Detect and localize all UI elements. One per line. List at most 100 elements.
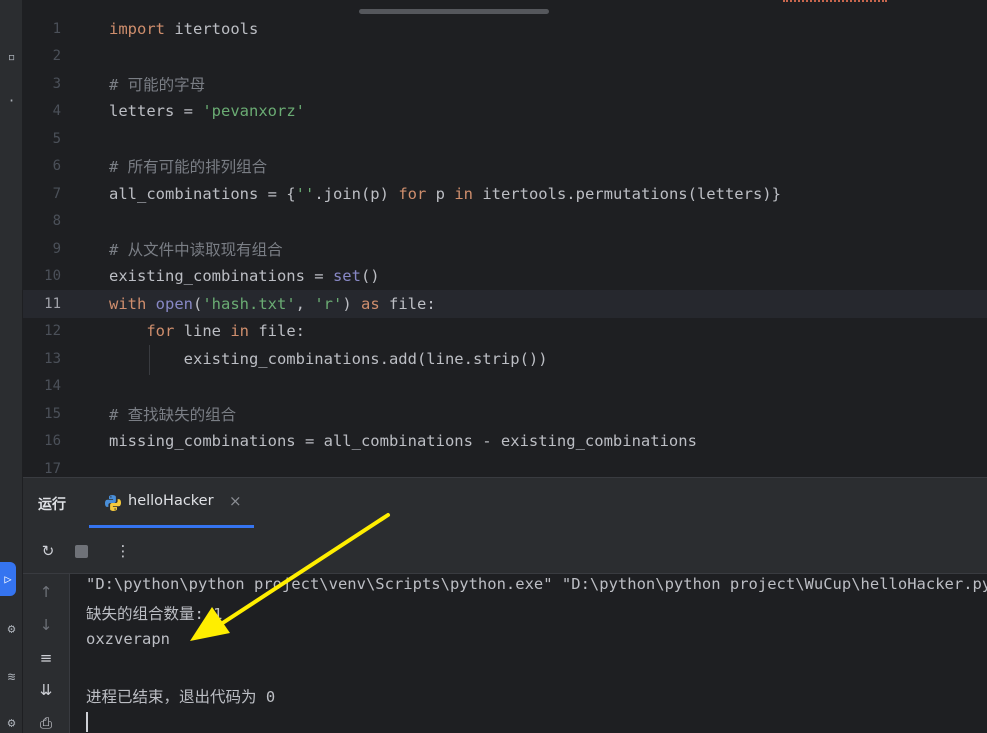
console-output[interactable]: "D:\python\python project\venv\Scripts\p… bbox=[70, 574, 987, 733]
code-line[interactable]: 15 # 查找缺失的组合 bbox=[23, 400, 987, 428]
code-token: '' bbox=[295, 184, 315, 203]
line-number: 9 bbox=[52, 240, 61, 257]
code-text: # 查找缺失的组合 bbox=[109, 403, 236, 425]
code-token: set bbox=[332, 267, 361, 286]
code-text: for line in file: bbox=[109, 322, 305, 340]
console-command-line: "D:\python\python project\venv\Scripts\p… bbox=[86, 575, 987, 593]
run-toolbar: ↻ ⋮ bbox=[23, 528, 987, 574]
run-tool-icon[interactable]: ▷ bbox=[0, 562, 16, 596]
code-line[interactable]: 17 bbox=[23, 455, 987, 477]
code-line[interactable]: 13 existing_combinations.add(line.strip(… bbox=[23, 345, 987, 373]
code-token: letters = bbox=[109, 102, 203, 121]
code-token: 'hash.txt' bbox=[202, 294, 296, 313]
code-editor[interactable]: 1 import itertools 2 3 # 可能的字母 4 letters = 'pe… bbox=[23, 0, 987, 477]
code-line[interactable]: 12 for line in file: bbox=[23, 318, 987, 346]
code-token: ( bbox=[193, 294, 203, 313]
code-text: import itertools bbox=[109, 20, 258, 38]
more-tools-icon[interactable]: · bbox=[0, 88, 23, 114]
python-packages-icon[interactable]: ⚙ bbox=[0, 616, 23, 642]
code-text: all_combinations = {''.join(p) for p in … bbox=[109, 185, 781, 203]
line-number: 10 bbox=[44, 268, 61, 285]
tab-close-icon[interactable]: × bbox=[229, 492, 242, 510]
code-line[interactable]: 3 # 可能的字母 bbox=[23, 70, 987, 98]
line-number: 3 bbox=[52, 75, 61, 92]
code-token: itertools.permutations(letters)} bbox=[472, 184, 781, 203]
code-text: letters = 'pevanxorz' bbox=[109, 102, 305, 120]
code-line[interactable]: 6 # 所有可能的排列组合 bbox=[23, 153, 987, 181]
line-number: 14 bbox=[44, 378, 61, 395]
code-token: line bbox=[174, 322, 231, 341]
line-number: 15 bbox=[44, 405, 61, 422]
code-token: for bbox=[146, 322, 175, 341]
code-line[interactable]: 1 import itertools bbox=[23, 15, 987, 43]
code-line[interactable]: 7 all_combinations = {''.join(p) for p in… bbox=[23, 180, 987, 208]
tab-hellohacker[interactable]: helloHacker × bbox=[89, 478, 254, 528]
code-token: as bbox=[361, 294, 380, 313]
python-file-icon bbox=[105, 495, 121, 511]
services-icon[interactable]: ⚙ bbox=[0, 710, 23, 733]
code-token: existing_combinations.add(line.strip()) bbox=[109, 349, 548, 368]
indent-guide bbox=[149, 345, 150, 375]
console-result: oxzverapn bbox=[86, 630, 170, 648]
scroll-to-end-icon[interactable]: ⇊ bbox=[35, 679, 57, 701]
console-side-toolbar: ↑ ↓ ≡ ⇊ ⎙ bbox=[23, 574, 70, 733]
run-panel-header: 运行 helloHacker × bbox=[23, 478, 987, 528]
code-token: 'pevanxorz' bbox=[202, 102, 305, 121]
print-icon[interactable]: ⎙ bbox=[35, 712, 57, 733]
console-caret bbox=[86, 712, 88, 732]
code-token: import bbox=[109, 19, 165, 38]
code-token: p bbox=[426, 184, 455, 203]
code-token: .join(p) bbox=[314, 184, 399, 203]
code-line[interactable]: 14 bbox=[23, 373, 987, 401]
code-text: # 可能的字母 bbox=[109, 73, 205, 95]
code-line[interactable]: 16 missing_combinations = all_combination… bbox=[23, 428, 987, 456]
line-number: 11 bbox=[44, 295, 61, 312]
more-options-icon[interactable]: ⋮ bbox=[112, 540, 134, 562]
line-number: 2 bbox=[52, 48, 61, 65]
line-number: 6 bbox=[52, 158, 61, 175]
line-number: 5 bbox=[52, 130, 61, 147]
code-token: all_combinations = { bbox=[109, 184, 296, 203]
code-text: with open('hash.txt', 'r') as file: bbox=[109, 295, 436, 313]
scroll-down-icon[interactable]: ↓ bbox=[35, 614, 57, 636]
code-token: () bbox=[360, 267, 380, 286]
code-line[interactable]: 10 existing_combinations = set() bbox=[23, 263, 987, 291]
tab-label: helloHacker bbox=[128, 493, 214, 509]
line-number: 16 bbox=[44, 433, 61, 450]
code-token: existing_combinations = bbox=[109, 267, 333, 286]
line-number: 7 bbox=[52, 185, 61, 202]
code-text: # 所有可能的排列组合 bbox=[109, 155, 267, 177]
code-token: open bbox=[155, 294, 193, 313]
layers-icon[interactable]: ≋ bbox=[0, 664, 23, 690]
code-text: # 从文件中读取现有组合 bbox=[109, 238, 283, 260]
code-token: # 查找缺失的组合 bbox=[109, 405, 237, 424]
code-line[interactable]: 8 bbox=[23, 208, 987, 236]
soft-wrap-icon[interactable]: ≡ bbox=[35, 647, 57, 669]
scroll-up-icon[interactable]: ↑ bbox=[35, 581, 57, 603]
code-line[interactable]: 4 letters = 'pevanxorz' bbox=[23, 98, 987, 126]
line-number: 8 bbox=[52, 213, 61, 230]
line-number: 13 bbox=[44, 350, 61, 367]
code-token: file: bbox=[379, 294, 436, 313]
code-token: file: bbox=[249, 322, 305, 341]
code-token: missing_combinations = all_combinations … bbox=[109, 432, 697, 451]
code-line[interactable]: 2 bbox=[23, 43, 987, 71]
code-token: for bbox=[398, 184, 427, 203]
code-line[interactable]: 9 # 从文件中读取现有组合 bbox=[23, 235, 987, 263]
run-panel-title: 运行 bbox=[38, 497, 66, 513]
left-tool-strip: ▫ · ▷ ⚙ ≋ ⚙ bbox=[0, 0, 23, 733]
console-exit-message: 进程已结束，退出代码为 0 bbox=[86, 688, 276, 706]
code-line[interactable]: 5 bbox=[23, 125, 987, 153]
line-number: 12 bbox=[44, 323, 61, 340]
code-token: in bbox=[230, 322, 249, 341]
structure-icon[interactable]: ▫ bbox=[0, 44, 23, 70]
stop-button[interactable] bbox=[70, 540, 92, 562]
code-line[interactable]: 11 with open('hash.txt', 'r') as file: bbox=[23, 290, 987, 318]
rerun-icon[interactable]: ↻ bbox=[37, 540, 59, 562]
code-token: with bbox=[109, 294, 147, 313]
code-text: existing_combinations.add(line.strip()) bbox=[109, 350, 548, 368]
code-text: missing_combinations = all_combinations … bbox=[109, 432, 697, 450]
editor-horizontal-scrollbar[interactable] bbox=[359, 9, 549, 14]
